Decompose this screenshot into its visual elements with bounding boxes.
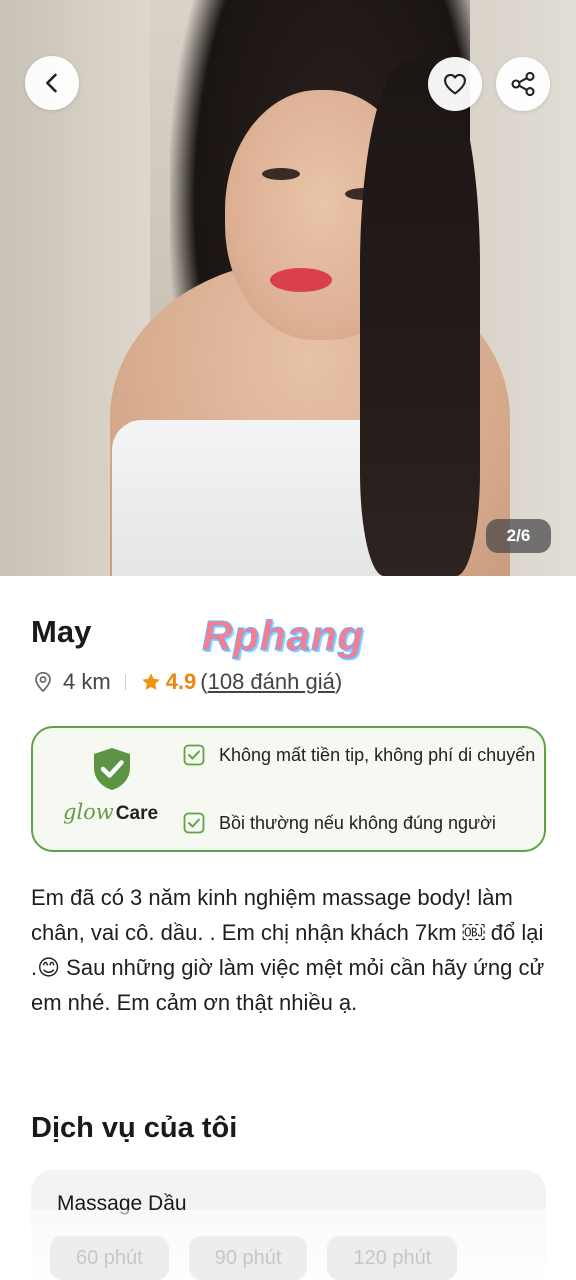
reviews-link[interactable]: 108 đánh giá xyxy=(208,669,335,695)
photo-subject-eye xyxy=(262,168,300,180)
shield-check-icon xyxy=(94,748,130,790)
heart-icon xyxy=(444,73,466,95)
glow-care-logo-care: Care xyxy=(115,803,159,824)
reviews-paren-open: ( xyxy=(200,669,208,694)
location-pin-icon xyxy=(35,671,51,693)
watermark-logo: Rphang xyxy=(201,612,365,660)
provider-meta: 4 km 4.9 ( 108 đánh giá ) xyxy=(31,666,342,698)
profile-photo[interactable] xyxy=(0,0,576,576)
duration-option[interactable]: 120 phút xyxy=(327,1236,458,1280)
reviews-paren-close: ) xyxy=(334,669,343,694)
provider-description: Em đã có 3 năm kinh nghiệm massage body!… xyxy=(31,885,545,1015)
favorite-button[interactable] xyxy=(428,57,482,111)
glow-care-guarantee[interactable]: glow Care Không mất tiền tip, không phí … xyxy=(31,726,546,852)
checkbox-check-icon xyxy=(183,744,205,766)
photo-page-counter: 2/6 xyxy=(486,519,551,553)
glow-care-logo-glow: glow xyxy=(63,800,114,824)
photo-subject-hair xyxy=(360,60,480,576)
provider-name: May xyxy=(31,614,92,649)
back-button[interactable] xyxy=(25,56,79,110)
photo-subject-lips xyxy=(270,268,332,292)
services-section-title: Dịch vụ của tôi xyxy=(31,1112,238,1144)
duration-option[interactable]: 90 phút xyxy=(188,1236,308,1280)
care-benefit-item: Không mất tiền tip, không phí di chuyển xyxy=(183,744,535,766)
meta-divider xyxy=(124,674,126,690)
rating-value: 4.9 xyxy=(165,669,197,694)
glow-care-logo: glow Care xyxy=(63,800,158,825)
care-benefit-label: Bồi thường nếu không đúng người xyxy=(219,812,496,833)
checkbox-check-icon xyxy=(183,812,205,834)
service-duration-options: 60 phút 90 phút 120 phút xyxy=(50,1236,458,1280)
share-icon xyxy=(511,71,535,97)
care-benefit-item: Bồi thường nếu không đúng người xyxy=(183,812,496,834)
duration-option[interactable]: 60 phút xyxy=(50,1236,169,1280)
star-icon xyxy=(141,673,160,690)
share-button[interactable] xyxy=(496,57,550,111)
care-benefit-label: Không mất tiền tip, không phí di chuyển xyxy=(219,744,536,765)
distance-text: 4 km xyxy=(63,669,111,694)
chevron-left-icon xyxy=(46,73,57,93)
